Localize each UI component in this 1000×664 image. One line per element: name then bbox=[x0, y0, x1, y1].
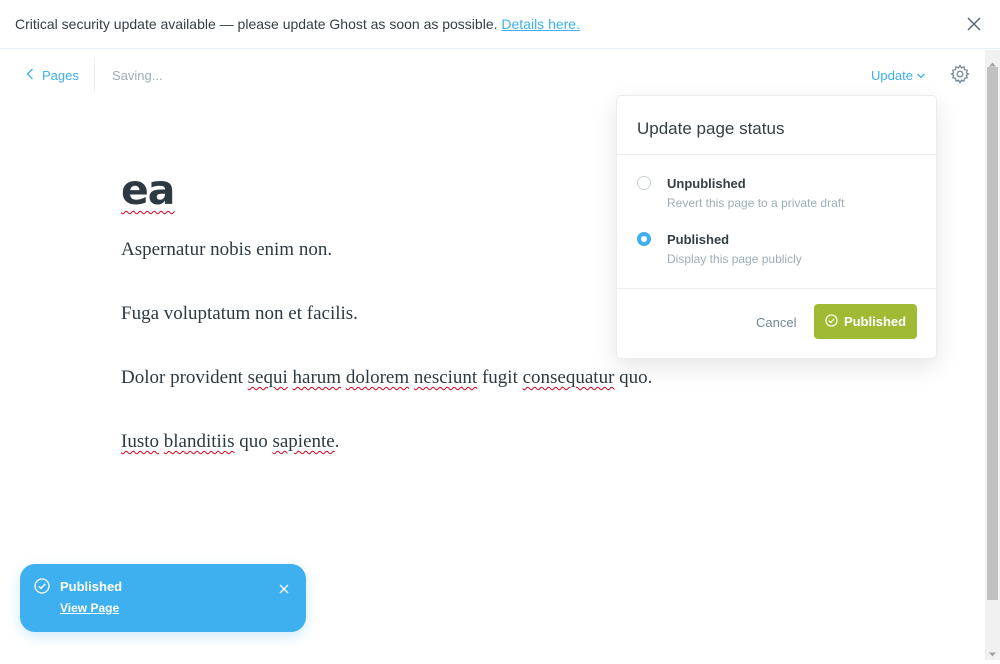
chevron-down-icon bbox=[916, 68, 926, 83]
chevron-left-icon bbox=[26, 68, 34, 83]
published-radio[interactable] bbox=[637, 232, 651, 246]
status-option-unpublished[interactable]: Unpublished Revert this page to a privat… bbox=[637, 174, 917, 214]
security-banner: Critical security update available — ple… bbox=[0, 0, 1000, 49]
close-icon[interactable] bbox=[966, 16, 982, 32]
gear-icon[interactable] bbox=[950, 64, 970, 84]
page-title[interactable]: ea bbox=[121, 166, 175, 214]
menu-divider bbox=[617, 154, 936, 155]
confirm-label: Published bbox=[843, 314, 907, 329]
publish-toast: Published View Page bbox=[20, 564, 306, 632]
scroll-up-arrow-icon[interactable] bbox=[988, 56, 997, 67]
close-icon[interactable] bbox=[279, 581, 289, 594]
publish-status-menu: Update page status Unpublished Revert th… bbox=[616, 95, 937, 359]
banner-text: Critical security update available — ple… bbox=[15, 16, 580, 32]
paragraph[interactable]: Fuga voluptatum non et facilis. bbox=[121, 303, 358, 325]
check-circle-icon bbox=[825, 313, 838, 330]
header-divider bbox=[94, 58, 95, 92]
unpublished-radio[interactable] bbox=[637, 176, 651, 190]
check-circle-icon bbox=[34, 578, 50, 594]
back-to-pages-link[interactable]: Pages bbox=[26, 66, 79, 84]
toast-title: Published bbox=[60, 579, 123, 594]
option-description: Revert this page to a private draft bbox=[667, 196, 845, 210]
menu-divider bbox=[617, 288, 936, 289]
paragraph[interactable]: Dolor provident sequi harum dolorem nesc… bbox=[121, 367, 652, 389]
back-link-label: Pages bbox=[42, 67, 79, 83]
vertical-scrollbar[interactable] bbox=[985, 50, 1000, 660]
published-confirm-button[interactable]: Published bbox=[814, 304, 917, 339]
option-label: Unpublished bbox=[667, 176, 746, 191]
option-description: Display this page publicly bbox=[667, 252, 802, 266]
editor-header: Pages Saving... Update bbox=[0, 50, 985, 100]
status-option-published[interactable]: Published Display this page publicly bbox=[637, 230, 917, 270]
view-page-link[interactable]: View Page bbox=[60, 601, 119, 615]
paragraph[interactable]: Iusto blanditiis quo sapiente. bbox=[121, 431, 340, 453]
menu-title: Update page status bbox=[637, 119, 785, 138]
paragraph[interactable]: Aspernatur nobis enim non. bbox=[121, 239, 332, 261]
update-label: Update bbox=[871, 68, 913, 83]
update-dropdown-trigger[interactable]: Update bbox=[871, 68, 926, 83]
cancel-button[interactable]: Cancel bbox=[756, 315, 796, 330]
scrollbar-thumb[interactable] bbox=[987, 67, 998, 600]
banner-details-link[interactable]: Details here. bbox=[501, 16, 580, 32]
banner-message: Critical security update available — ple… bbox=[15, 16, 502, 32]
save-status: Saving... bbox=[112, 68, 163, 83]
scroll-down-arrow-icon[interactable] bbox=[988, 646, 997, 657]
option-label: Published bbox=[667, 232, 730, 247]
